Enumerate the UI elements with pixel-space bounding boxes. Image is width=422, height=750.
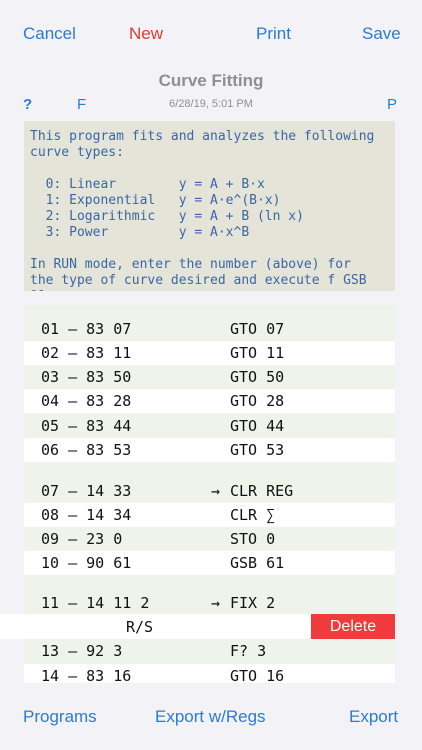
- step-instruction: GTO 44: [230, 417, 285, 435]
- p-button[interactable]: P: [387, 96, 397, 113]
- step-instruction: GSB 61: [230, 554, 285, 572]
- export-with-regs-button[interactable]: Export w/Regs: [155, 707, 266, 727]
- table-row[interactable]: 11 – 14 11 2 → FIX 2: [24, 591, 395, 615]
- table-row[interactable]: 04 – 83 28 GTO 28: [24, 389, 395, 413]
- table-row[interactable]: 09 – 23 0 STO 0: [24, 527, 395, 551]
- step-code: 13 – 92 3: [41, 642, 123, 660]
- print-button[interactable]: Print: [256, 24, 291, 44]
- program-description[interactable]: This program fits and analyzes the follo…: [24, 121, 395, 291]
- programs-button[interactable]: Programs: [23, 707, 97, 727]
- step-code: 08 – 14 34: [41, 506, 132, 524]
- step-instruction: GTO 28: [230, 392, 285, 410]
- table-row[interactable]: 06 – 83 53 GTO 53: [24, 438, 395, 462]
- table-row[interactable]: 05 – 83 44 GTO 44: [24, 414, 395, 438]
- step-code: 02 – 83 11: [41, 344, 132, 362]
- table-row[interactable]: 10 – 90 61 GSB 61: [24, 551, 395, 575]
- timestamp: 6/28/19, 5:01 PM: [169, 98, 253, 110]
- step-code: 05 – 83 44: [41, 417, 132, 435]
- step-code: 07 – 14 33: [41, 482, 132, 500]
- top-toolbar: Cancel New Print Save: [0, 20, 422, 50]
- table-row[interactable]: 07 – 14 33 → CLR REG: [24, 479, 395, 503]
- step-instruction: GTO 07: [230, 320, 285, 338]
- table-row[interactable]: 02 – 83 11 GTO 11: [24, 341, 395, 365]
- new-button[interactable]: New: [129, 24, 163, 44]
- meta-row: ? F 6/28/19, 5:01 PM P: [0, 96, 422, 114]
- table-row[interactable]: 08 – 14 34 CLR ∑: [24, 503, 395, 527]
- step-code: 09 – 23 0: [41, 530, 123, 548]
- label-arrow: →: [211, 482, 221, 500]
- step-code: 06 – 83 53: [41, 441, 132, 459]
- delete-button[interactable]: Delete: [311, 614, 395, 639]
- label-arrow: →: [211, 594, 221, 612]
- step-instruction: FIX 2: [230, 594, 276, 612]
- step-instruction: R/S: [126, 618, 154, 636]
- description-text: This program fits and analyzes the follo…: [30, 129, 375, 291]
- step-code: 03 – 83 50: [41, 368, 132, 386]
- table-row[interactable]: 01 – 83 07 GTO 07: [24, 317, 395, 341]
- step-instruction: GTO 16: [230, 667, 285, 683]
- export-button[interactable]: Export: [349, 707, 398, 727]
- program-title: Curve Fitting: [158, 71, 264, 90]
- step-instruction: STO 0: [230, 530, 276, 548]
- swiped-row[interactable]: R/S Delete: [0, 614, 395, 639]
- table-row[interactable]: 13 – 92 3 F? 3: [24, 639, 395, 663]
- bottom-toolbar: Programs Export w/Regs Export: [0, 704, 422, 730]
- table-row[interactable]: 03 – 83 50 GTO 50: [24, 365, 395, 389]
- step-instruction: GTO 53: [230, 441, 285, 459]
- step-code: 11 – 14 11 2: [41, 594, 150, 612]
- save-button[interactable]: Save: [362, 24, 401, 44]
- step-instruction: GTO 11: [230, 344, 285, 362]
- step-instruction: CLR REG: [230, 482, 294, 500]
- step-code: 14 – 83 16: [41, 667, 132, 683]
- step-instruction: CLR ∑: [230, 506, 276, 524]
- step-instruction: F? 3: [230, 642, 267, 660]
- step-code: 01 – 83 07: [41, 320, 132, 338]
- table-row[interactable]: 14 – 83 16 GTO 16: [24, 664, 395, 683]
- step-code: 04 – 83 28: [41, 392, 132, 410]
- step-code: 10 – 90 61: [41, 554, 132, 572]
- step-instruction: GTO 50: [230, 368, 285, 386]
- cancel-button[interactable]: Cancel: [23, 24, 76, 44]
